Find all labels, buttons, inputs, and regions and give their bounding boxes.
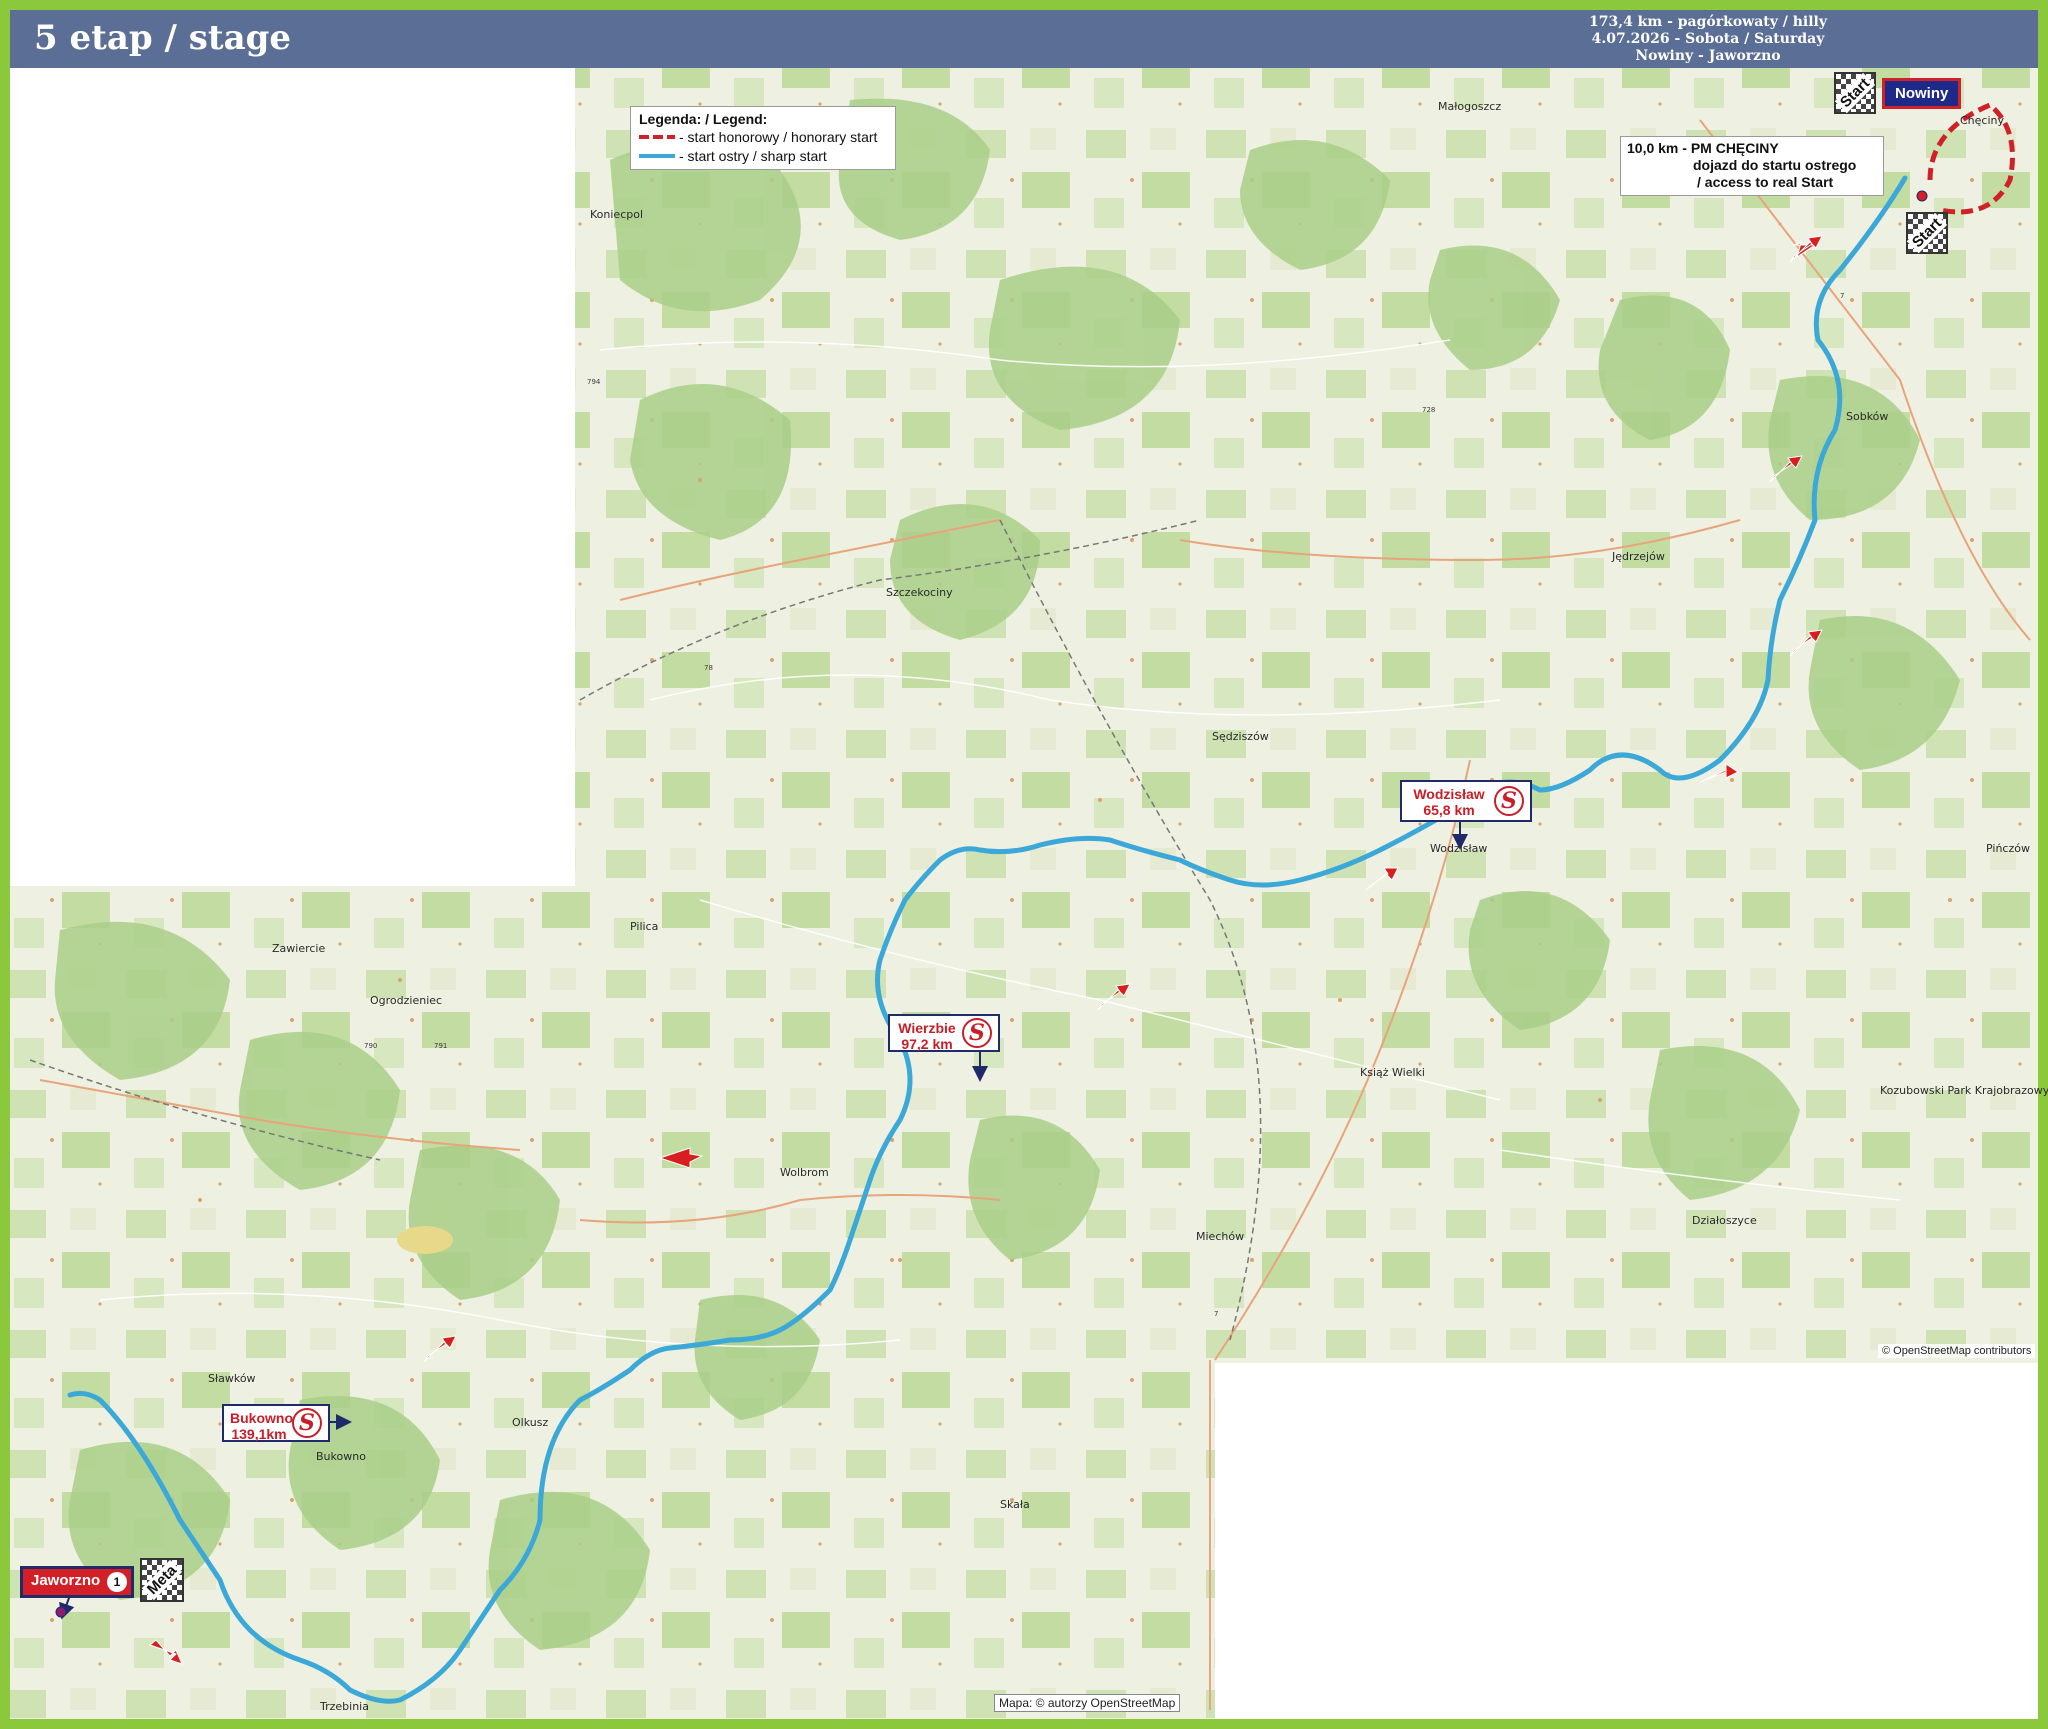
town-label: Miechów: [1196, 1230, 1244, 1243]
town-label: Sobków: [1846, 410, 1888, 423]
park-label: Kozubowski Park Krajobrazowy: [1880, 1084, 2048, 1097]
start-point: [1916, 190, 1928, 202]
town-label: Jędrzejów: [1611, 550, 1665, 563]
start-flag-label: Start: [1906, 212, 1948, 254]
legend-sharp-label: - start ostry / sharp start: [679, 147, 827, 164]
legend-title: Legenda: / Legend:: [639, 111, 768, 127]
town-label: Sędziszów: [1212, 730, 1269, 743]
town-label: Działoszyce: [1692, 1214, 1757, 1227]
town-label: Trzebinia: [319, 1700, 369, 1713]
sprint-name: Wierzbie: [898, 1020, 956, 1036]
start-flag-label: Start: [1834, 72, 1876, 114]
finish-flag: Meta: [140, 1558, 184, 1602]
road-number: 7: [1214, 1310, 1218, 1318]
legend-row-honorary: - start honorowy / honorary start: [639, 127, 887, 146]
start-info-line2: dojazd do startu ostrego: [1693, 157, 1857, 173]
sprint-name: Wodzisław: [1413, 786, 1485, 802]
start-flag-honorary: Start: [1834, 72, 1876, 114]
road-number: 791: [434, 1042, 447, 1050]
legend-box: Legenda: / Legend: - start honorowy / ho…: [630, 106, 896, 170]
road-number: 794: [587, 378, 601, 386]
town-label: Sławków: [208, 1372, 256, 1385]
sprint-km: 97,2 km: [901, 1036, 953, 1052]
town-label: Szczekociny: [886, 586, 953, 599]
start-info-line1: 10,0 km - PM CHĘCINY: [1627, 140, 1779, 156]
finish-town-label: Jaworzno: [31, 1572, 101, 1589]
town-label: Wolbrom: [780, 1166, 829, 1179]
sprint-icon: S: [292, 1408, 322, 1438]
town-label: Wodzisław: [1430, 842, 1487, 855]
town-label: Olkusz: [512, 1416, 548, 1429]
sprint-name: Bukowno: [230, 1410, 293, 1426]
honorary-swatch: [639, 134, 675, 139]
finish-point: [55, 1606, 67, 1618]
finish-town-tag: Jaworzno 1: [20, 1566, 134, 1598]
sprint-km: 65,8 km: [1423, 802, 1475, 818]
start-town-tag: Nowiny: [1882, 78, 1962, 109]
road-number: 78: [704, 664, 713, 672]
sprint-box-bukowno: Bukowno 139,1km S: [222, 1404, 330, 1442]
osm-credit-bottom: Mapa: © autorzy OpenStreetMap: [994, 1694, 1181, 1712]
route-map: Jędrzejów Sędziszów Wolbrom Olkusz Szcze…: [10, 68, 2048, 1719]
sprint-box-wodzislaw: Wodzisław 65,8 km S: [1400, 780, 1532, 822]
town-label: Pińczów: [1986, 842, 2030, 855]
legend-honorary-label: - start honorowy / honorary start: [679, 128, 878, 145]
sharp-swatch: [639, 153, 675, 158]
town-label: Chęciny: [1960, 114, 2004, 127]
town-label: Skała: [1000, 1498, 1030, 1511]
sprint-icon: S: [962, 1018, 992, 1048]
sprint-box-wierzbie: Wierzbie 97,2 km S: [888, 1014, 1000, 1052]
osm-credit-top: © OpenStreetMap contributors: [1878, 1344, 2036, 1358]
finish-badge: 1: [107, 1572, 127, 1592]
legend-row-sharp: - start ostry / sharp start: [639, 146, 887, 165]
road-number: 790: [364, 1042, 377, 1050]
town-label: Książ Wielki: [1360, 1066, 1425, 1079]
town-label: Koniecpol: [590, 208, 643, 221]
finish-flag-label: Meta: [141, 1559, 183, 1601]
road-number: 7: [1840, 292, 1844, 300]
town-label: Ogrodzieniec: [370, 994, 442, 1007]
town-label: Małogoszcz: [1438, 100, 1501, 113]
sprint-icon: S: [1494, 786, 1524, 816]
start-info-line3: / access to real Start: [1697, 174, 1834, 190]
start-info-box: 10,0 km - PM CHĘCINY dojazd do startu os…: [1620, 136, 1884, 196]
town-label: Pilica: [630, 920, 658, 933]
town-label: Zawiercie: [272, 942, 325, 955]
start-flag-sharp: Start: [1906, 212, 1948, 254]
road-number: 728: [1422, 406, 1435, 414]
town-label: Bukowno: [316, 1450, 366, 1463]
lake-area: [397, 1226, 453, 1254]
sprint-km: 139,1km: [231, 1426, 287, 1442]
